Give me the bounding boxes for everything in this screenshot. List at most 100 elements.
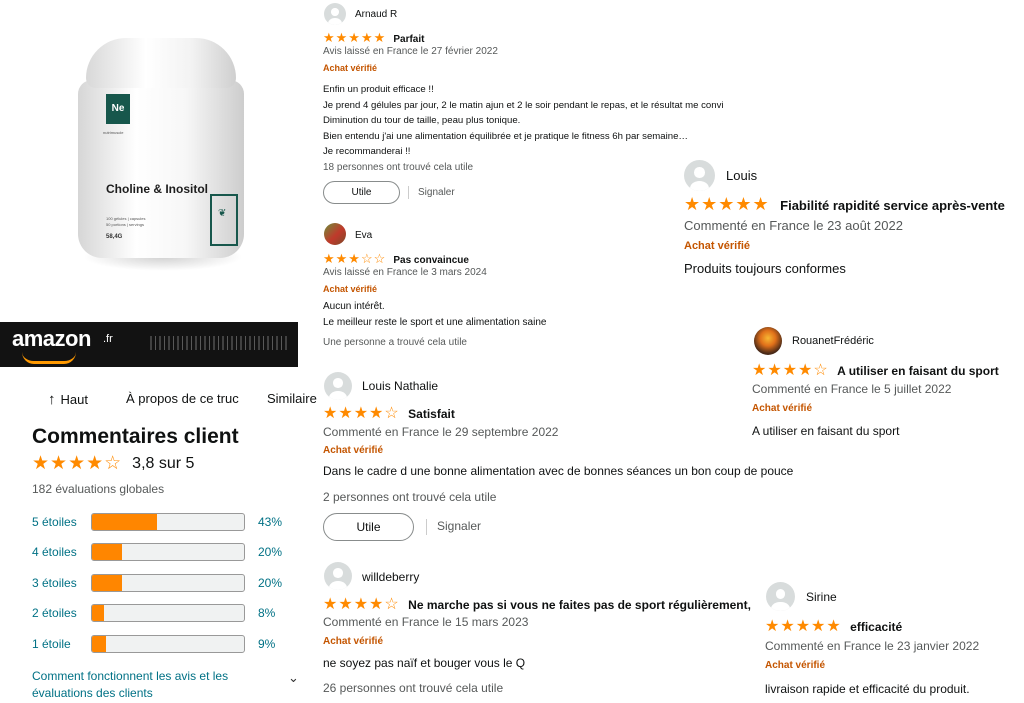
review-body: Enfin un produit efficace !! Je prend 4 … [323,82,776,160]
amazon-smile-icon [22,352,76,364]
reviewer-name[interactable]: willdeberry [362,570,419,584]
reviewer-name[interactable]: Louis Nathalie [362,379,438,393]
review-title[interactable]: Fiabilité rapidité service après-vente [780,198,1005,213]
nav-similar[interactable]: Similaire [267,391,317,406]
review-title[interactable]: Parfait [393,34,424,45]
review-meta: Commenté en France le 29 septembre 2022 [323,425,559,439]
helpful-count: 26 personnes ont trouvé cela utile [323,681,504,695]
how-reviews-work-link[interactable]: Comment fonctionnent les avis et les éva… [32,668,262,702]
nav-back-label: Haut [60,392,88,407]
histogram-bar[interactable] [91,604,245,622]
redacted-header-content [150,336,290,350]
review-title[interactable]: Pas convaincue [393,255,469,266]
review-header: ★★★★★ Parfait [323,30,424,46]
histogram-row-3[interactable]: 3 étoiles 20% [32,574,282,592]
divider [426,519,427,535]
avatar [684,160,715,191]
histogram-percent[interactable]: 43% [258,515,282,529]
review-line: Je prend 4 gélules par jour, 2 le matin … [323,99,724,111]
histogram-label[interactable]: 3 étoiles [32,576,91,590]
chevron-down-icon[interactable]: ⌄ [288,670,299,686]
histogram-fill [92,605,105,621]
product-small-text: 100 gélules | capsules 50 portions | ser… [106,216,146,228]
verified-badge: Achat vérifié [323,63,378,73]
histogram-fill [92,544,123,560]
histogram-bar[interactable] [91,513,245,531]
verified-badge: Achat vérifié [684,240,751,252]
review-body: ne soyez pas naïf et bouger vous le Q [323,656,526,670]
review-meta: Avis laissé en France le 27 février 2022 [323,46,498,57]
histogram-bar[interactable] [91,543,245,561]
review-body: Produits toujours conformes [684,261,846,276]
product-small-line: 50 portions | servings [106,222,144,227]
review-meta: Avis laissé en France le 3 mars 2024 [323,267,487,278]
review-stars: ★★★★☆ [323,405,400,422]
histogram-percent[interactable]: 20% [258,576,282,590]
histogram-row-2[interactable]: 2 étoiles 8% [32,604,275,622]
review-header: ★★★☆☆ Pas convaincue [323,251,469,267]
helpful-count: 18 personnes ont trouvé cela utile [323,162,474,173]
histogram-percent[interactable]: 9% [258,637,275,651]
divider [408,186,409,199]
avatar [324,562,352,590]
amazon-logo-tld: .fr [103,333,113,345]
review-body: Dans le cadre d une bonne alimentation a… [323,464,794,478]
reviewer-name[interactable]: Eva [355,230,372,241]
review-line: Aucun intérêt. [323,301,385,312]
review-header: ★★★★★ Fiabilité rapidité service après-v… [684,194,1005,215]
product-icon-tag: ❦ [210,194,238,246]
histogram-label[interactable]: 1 étoile [32,637,91,651]
review-title[interactable]: A utiliser en faisant du sport [837,364,999,378]
review-stars: ★★★★★ [765,618,842,635]
verified-badge: Achat vérifié [323,284,378,294]
verified-badge: Achat vérifié [765,660,826,671]
histogram-label[interactable]: 5 étoiles [32,515,91,529]
product-brand-name: nutrimuscle [103,130,124,135]
reviewer-name[interactable]: Sirine [806,590,837,604]
histogram-fill [92,575,123,591]
amazon-logo[interactable]: amazon [12,326,91,352]
reviewer-name[interactable]: Arnaud R [355,9,397,20]
avatar [324,3,346,25]
histogram-row-4[interactable]: 4 étoiles 20% [32,543,282,561]
helpful-button[interactable]: Utile [323,181,400,204]
histogram-percent[interactable]: 20% [258,545,282,559]
review-stars: ★★★☆☆ [323,251,387,266]
customer-reviews-heading: Commentaires client [32,425,239,448]
review-title[interactable]: Satisfait [408,407,455,421]
review-title[interactable]: Ne marche pas si vous ne faites pas de s… [408,598,751,612]
helpful-count: Une personne a trouvé cela utile [323,337,467,348]
review-line: Je recommanderai !! [323,146,411,157]
nav-back-to-top[interactable]: ↑ Haut [48,391,88,408]
review-header: ★★★★☆ Satisfait [323,403,455,423]
avatar [754,327,782,355]
review-line: Diminution du tour de taille, peau plus … [323,115,521,126]
review-title[interactable]: efficacité [850,620,902,634]
histogram-percent[interactable]: 8% [258,606,275,620]
verified-badge: Achat vérifié [752,403,813,414]
review-line: Bien entendu j'ai une alimentation équil… [323,130,689,142]
histogram-bar[interactable] [91,574,245,592]
histogram-row-1[interactable]: 1 étoile 9% [32,635,275,653]
nav-about-item[interactable]: À propos de ce truc [126,391,239,406]
avatar [766,582,795,611]
global-ratings-count: 182 évaluations globales [32,482,165,496]
helpful-button[interactable]: Utile [323,513,414,541]
average-rating-row: ★★★★☆ 3,8 sur 5 [32,452,194,475]
histogram-bar[interactable] [91,635,245,653]
product-brand-logo: Ne [106,94,130,124]
histogram-fill [92,636,106,652]
histogram-fill [92,514,158,530]
reviewer-name[interactable]: Louis [726,168,757,183]
review-meta: Commenté en France le 23 janvier 2022 [765,639,980,653]
review-line: Enfin un produit efficace !! [323,84,434,95]
review-body: A utiliser en faisant du sport [752,424,900,438]
report-link[interactable]: Signaler [418,187,455,198]
review-header: ★★★★★ efficacité [765,616,902,636]
histogram-row-5[interactable]: 5 étoiles 43% [32,513,282,531]
histogram-label[interactable]: 2 étoiles [32,606,91,620]
review-meta: Commenté en France le 5 juillet 2022 [752,382,952,396]
reviewer-name[interactable]: RouanetFrédéric [792,335,874,347]
histogram-label[interactable]: 4 étoiles [32,545,91,559]
report-link[interactable]: Signaler [437,519,481,533]
